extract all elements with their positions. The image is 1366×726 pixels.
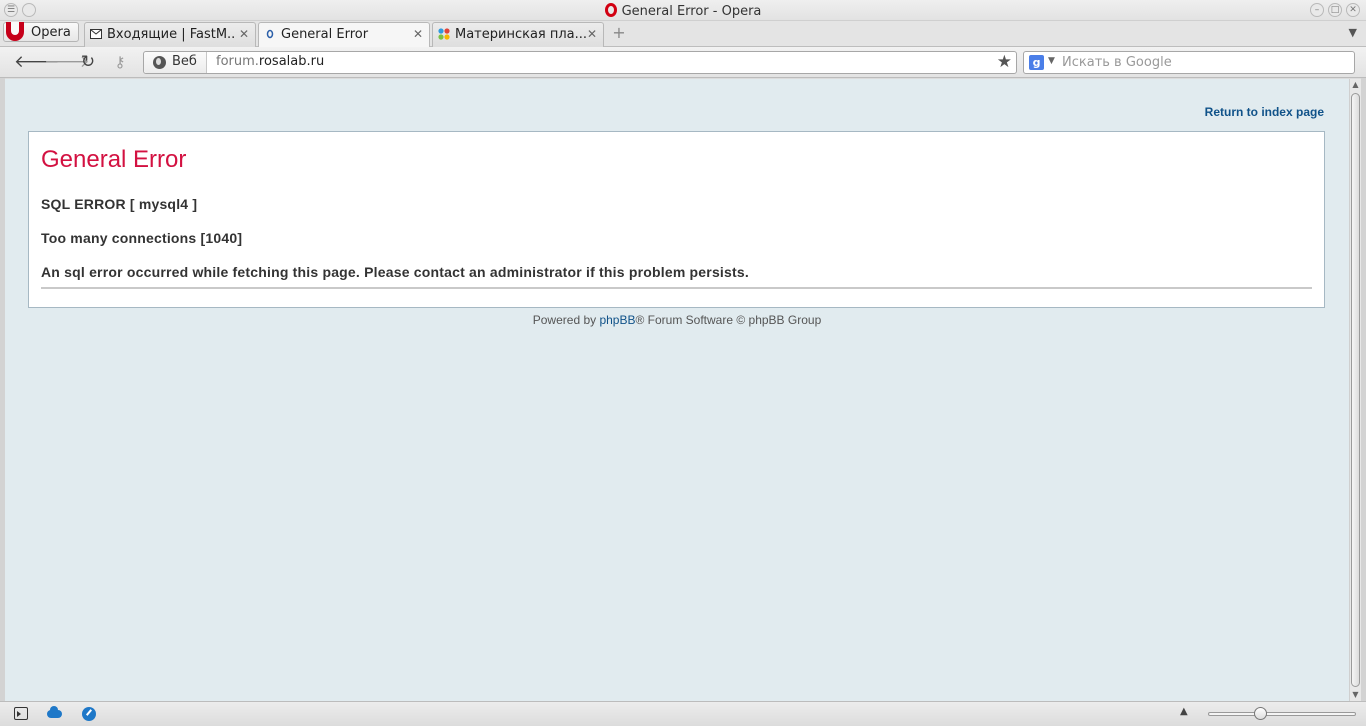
url-prefix: forum.: [216, 54, 259, 69]
cloud-icon[interactable]: [47, 706, 62, 718]
sql-error-text: SQL ERROR [ mysql4 ]: [41, 196, 198, 212]
key-icon[interactable]: ⚷: [109, 52, 131, 72]
minimize-button[interactable]: –: [1310, 3, 1324, 17]
search-engine-dropdown-icon[interactable]: ▼: [1048, 56, 1055, 66]
phpbb-favicon-icon: [266, 29, 274, 39]
window-title: General Error - Opera: [0, 3, 1366, 19]
mail-icon: [90, 29, 102, 39]
close-window-button[interactable]: ✕: [1346, 3, 1360, 17]
title-bar: ☰ General Error - Opera – □ ✕: [0, 0, 1366, 21]
address-bar[interactable]: Веб forum.rosalab.ru ★: [143, 51, 1017, 74]
url-text[interactable]: forum.rosalab.ru: [216, 54, 324, 69]
tab-label: Входящие | FastM...: [107, 27, 235, 42]
scroll-down-icon[interactable]: ▼: [1350, 689, 1361, 701]
speed-dial-icon[interactable]: [82, 707, 96, 721]
tab-label: Материнская пла...: [455, 27, 587, 42]
new-tab-icon[interactable]: +: [611, 25, 627, 41]
error-heading: General Error: [41, 146, 187, 173]
tab-close-icon[interactable]: ✕: [239, 27, 249, 41]
maximize-button[interactable]: □: [1328, 3, 1342, 17]
back-icon[interactable]: 🡐: [14, 52, 60, 72]
opera-logo-icon: [6, 22, 24, 41]
return-to-index-link[interactable]: Return to index page: [1205, 105, 1324, 119]
tab-fastmail[interactable]: Входящие | FastM... ✕: [84, 22, 256, 47]
window-title-text: General Error - Opera: [621, 4, 762, 19]
web-badge[interactable]: Веб: [144, 52, 207, 73]
tab-motherboard[interactable]: Материнская пла... ✕: [432, 22, 604, 47]
star-icon[interactable]: ★: [997, 52, 1012, 72]
phpbb-link[interactable]: phpBB: [599, 313, 635, 327]
vertical-scrollbar[interactable]: ▲ ▼: [1349, 79, 1361, 701]
page-viewport: Return to index page General Error SQL E…: [5, 79, 1349, 701]
web-badge-label: Веб: [172, 54, 197, 69]
opera-menu-label: Opera: [31, 25, 71, 40]
scroll-up-icon[interactable]: ▲: [1350, 79, 1361, 91]
zoom-slider-handle[interactable]: [1254, 707, 1267, 720]
error-message-text: An sql error occurred while fetching thi…: [41, 264, 749, 280]
panel-toggle-icon[interactable]: [14, 707, 28, 720]
divider: [41, 287, 1312, 289]
url-domain: rosalab.ru: [258, 54, 325, 69]
globe-icon: [153, 56, 166, 69]
tab-close-icon[interactable]: ✕: [413, 27, 423, 41]
search-input[interactable]: [1062, 53, 1347, 72]
zoom-slider[interactable]: [1208, 712, 1356, 716]
footer-suffix: ® Forum Software © phpBB Group: [635, 313, 822, 327]
tab-list-chevron-icon[interactable]: ▼: [1349, 26, 1357, 39]
opera-menu-button[interactable]: Opera: [3, 22, 79, 42]
tab-label: General Error: [281, 27, 369, 42]
window-right-edge: [1361, 78, 1366, 701]
google-icon[interactable]: g: [1029, 55, 1044, 70]
zoom-menu-icon[interactable]: ▲: [1180, 706, 1188, 717]
tab-bar: Opera Входящие | FastM... ✕ General Erro…: [0, 21, 1366, 48]
opera-logo-icon: [604, 3, 617, 17]
error-panel: General Error SQL ERROR [ mysql4 ] Too m…: [28, 131, 1325, 308]
page-footer: Powered by phpBB® Forum Software © phpBB…: [5, 313, 1349, 327]
status-bar: ▲: [0, 701, 1366, 726]
search-box[interactable]: g ▼: [1023, 51, 1355, 74]
error-detail-text: Too many connections [1040]: [41, 230, 243, 246]
tab-close-icon[interactable]: ✕: [587, 27, 597, 41]
navigation-toolbar: 🡐 🡒 ↻ ⚷ Веб forum.rosalab.ru ★ g ▼: [0, 47, 1366, 78]
forward-icon[interactable]: 🡒: [44, 52, 90, 72]
colorful-favicon-icon: [438, 28, 450, 40]
reload-icon[interactable]: ↻: [77, 52, 99, 72]
footer-prefix: Powered by: [532, 313, 600, 327]
tab-general-error[interactable]: General Error ✕: [258, 22, 430, 48]
scrollbar-thumb[interactable]: [1351, 93, 1360, 687]
